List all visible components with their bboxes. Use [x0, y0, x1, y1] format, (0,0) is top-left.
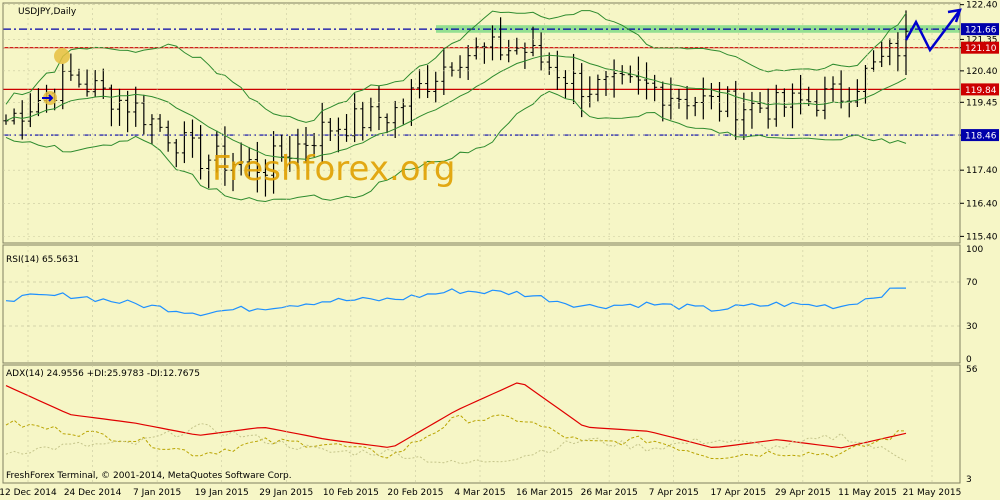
price-tick-label: 116.40: [966, 199, 998, 209]
trading-terminal-chart: 100 70 30 0 56 3 12 Dec 2014 24 Dec 2014 7 Jan…: [0, 0, 1000, 500]
rsi-tick-label: 0: [966, 355, 972, 365]
date-label: 17 Apr 2015: [710, 488, 766, 498]
date-label: 26 Mar 2015: [581, 488, 638, 498]
level-badge-label: 119.84: [965, 86, 997, 96]
panel-frame-3: [2, 364, 961, 484]
price-tick-label: 119.45: [966, 98, 998, 108]
date-label: 7 Apr 2015: [649, 488, 699, 498]
level-badge-label: 118.46: [965, 132, 997, 142]
signal-marker: [54, 48, 70, 64]
adx-panel: 56 3: [5, 365, 978, 485]
date-label: 4 Mar 2015: [454, 488, 505, 498]
price-tick-label: 120.40: [966, 67, 998, 77]
rsi-tick-label: 70: [966, 278, 978, 288]
rsi-tick-label: 30: [966, 322, 978, 332]
rsi-line: [5, 287, 906, 317]
date-label: 7 Jan 2015: [133, 488, 181, 498]
level-badge-label: 121.10: [965, 44, 997, 54]
date-label: 11 May 2015: [838, 488, 897, 498]
chart-canvas[interactable]: 100 70 30 0 56 3 12 Dec 2014 24 Dec 2014 7 Jan…: [0, 0, 1000, 500]
bollinger-lower: [5, 90, 907, 203]
watermark: Freshforex.org: [212, 149, 456, 189]
rsi-tick-label: 100: [966, 245, 983, 255]
di-plus-line: [5, 414, 907, 460]
panel-frame-1: [2, 2, 961, 244]
price-panel: [3, 10, 960, 203]
symbol-title: USDJPY,Daily: [18, 7, 77, 17]
date-label: 10 Feb 2015: [323, 488, 379, 498]
date-label: 29 Jan 2015: [259, 488, 313, 498]
date-label: 21 May 2015: [903, 488, 962, 498]
adx-line: [5, 382, 907, 449]
level-badge-label: 121.66: [965, 26, 997, 36]
date-label: 12 Dec 2014: [0, 488, 57, 498]
date-label: 29 Apr 2015: [775, 488, 831, 498]
footer-copyright: FreshForex Terminal, © 2001-2014, MetaQu…: [6, 471, 292, 481]
rsi-panel: 100 70 30 0: [3, 245, 983, 365]
price-tick-label: 122.40: [966, 1, 998, 11]
date-label: 16 Mar 2015: [516, 488, 573, 498]
date-label: 20 Feb 2015: [387, 488, 443, 498]
price-tick-label: 115.40: [966, 232, 998, 242]
adx-tick-label: 56: [966, 365, 978, 375]
di-minus-line: [5, 422, 907, 465]
adx-tick-label: 3: [966, 475, 972, 485]
axes: 12 Dec 2014 24 Dec 2014 7 Jan 2015 19 Jan 2…: [0, 1, 998, 498]
adx-title: ADX(14) 24.9556 +DI:25.9783 -DI:12.7675: [6, 369, 200, 379]
date-label: 19 Jan 2015: [195, 488, 249, 498]
price-tick-label: 117.40: [966, 166, 998, 176]
rsi-title: RSI(14) 65.5631: [6, 255, 79, 265]
date-label: 24 Dec 2014: [64, 488, 122, 498]
panel-frame-2: [2, 244, 961, 364]
